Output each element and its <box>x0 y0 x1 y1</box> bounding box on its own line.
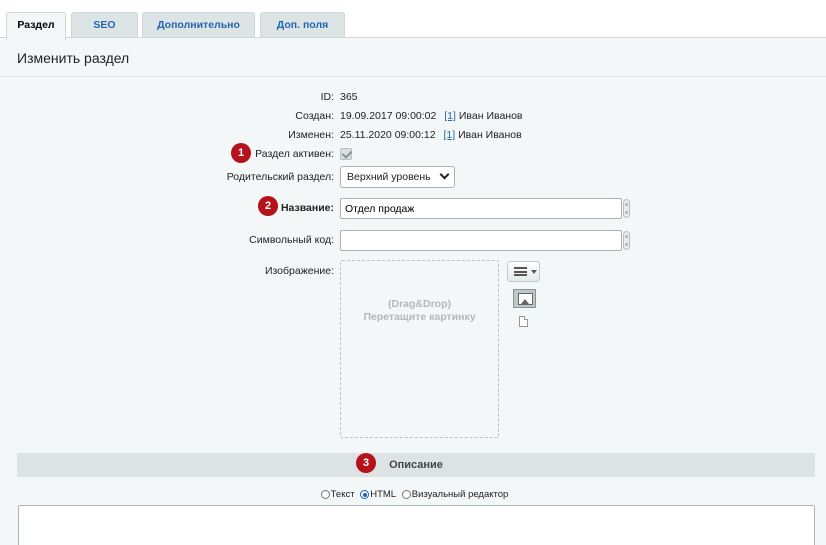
image-dropzone[interactable]: (Drag&Drop) Перетащите картинку <box>340 260 499 438</box>
image-label: Изображение: <box>264 265 334 277</box>
modified-user-link[interactable]: [1] <box>443 129 455 141</box>
translit-icon[interactable] <box>623 199 630 218</box>
title-divider <box>0 76 826 77</box>
chevron-down-icon <box>439 169 450 180</box>
parent-label: Родительский раздел: <box>226 171 334 183</box>
mode-text-radio[interactable] <box>320 490 330 499</box>
active-label: Раздел активен: <box>255 148 334 160</box>
description-header-label: Описание <box>389 459 443 471</box>
image-icon[interactable] <box>513 289 536 308</box>
id-value: 365 <box>340 91 358 103</box>
tab-additional[interactable]: Дополнительно <box>142 12 255 39</box>
name-label: Название: <box>280 202 334 214</box>
callout-badge-1: 1 <box>231 143 251 163</box>
callout-badge-2: 2 <box>258 196 278 216</box>
modified-date: 25.11.2020 09:00:12 <box>340 129 436 141</box>
mode-html-label: HTML <box>370 489 397 500</box>
tab-extra-fields[interactable]: Доп. поля <box>260 12 345 39</box>
dropzone-hint-2: Перетащите картинку <box>363 311 476 323</box>
page-title: Изменить раздел <box>17 50 130 66</box>
created-user-link[interactable]: [1] <box>444 110 456 122</box>
description-header: Описание <box>17 453 815 477</box>
code-label: Символьный код: <box>249 234 334 246</box>
mode-html-radio[interactable] <box>360 490 370 499</box>
dropzone-hint-1: (Drag&Drop) <box>388 298 451 310</box>
parent-select[interactable]: Верхний уровень <box>340 166 455 188</box>
created-user-name: Иван Иванов <box>458 110 523 122</box>
modified-label: Изменен: <box>288 129 334 141</box>
created-value: 19.09.2017 09:00:02 [1] Иван Иванов <box>340 110 523 122</box>
file-icon[interactable] <box>519 316 528 327</box>
tab-seo[interactable]: SEO <box>71 12 138 39</box>
translit-icon[interactable] <box>623 231 630 250</box>
modified-user-name: Иван Иванов <box>458 129 522 141</box>
description-textarea[interactable] <box>18 505 815 545</box>
image-menu-button[interactable] <box>507 261 540 282</box>
mode-visual-label: Визуальный редактор <box>411 489 509 500</box>
id-label: ID: <box>320 91 334 103</box>
mode-text-label: Текст <box>330 489 355 500</box>
menu-lines-icon <box>514 267 527 276</box>
tab-bar: Раздел SEO Дополнительно Доп. поля <box>0 0 826 40</box>
mode-visual-radio[interactable] <box>401 490 411 499</box>
active-checkbox[interactable] <box>340 148 352 160</box>
description-mode-group: Текст HTML Визуальный редактор <box>0 489 826 500</box>
callout-badge-3: 3 <box>356 453 376 473</box>
name-input[interactable] <box>340 198 622 219</box>
edit-panel: Изменить раздел ID: 365 Создан: 19.09.20… <box>0 37 826 545</box>
modified-value: 25.11.2020 09:00:12 [1] Иван Иванов <box>340 129 522 141</box>
code-input[interactable] <box>340 230 622 251</box>
created-date: 19.09.2017 09:00:02 <box>340 110 437 122</box>
dropdown-arrow-icon <box>531 270 537 274</box>
created-label: Создан: <box>295 110 334 122</box>
parent-select-value: Верхний уровень <box>347 171 431 183</box>
tab-section[interactable]: Раздел <box>6 12 66 40</box>
